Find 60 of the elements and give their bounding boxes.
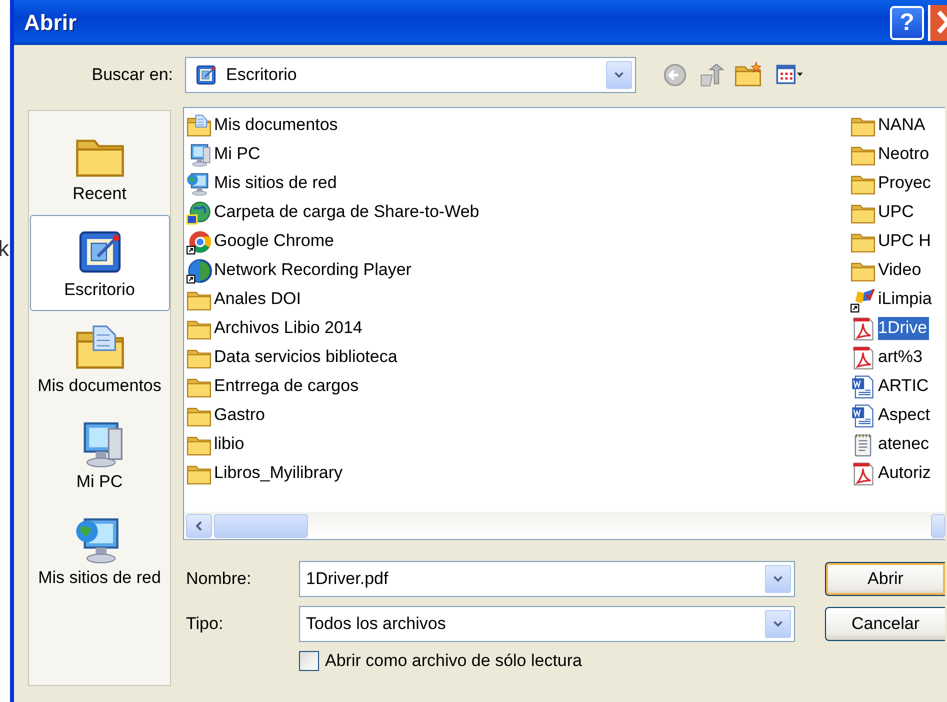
file-item[interactable]: ARTIC [878, 375, 931, 398]
file-item[interactable]: Aspect [878, 404, 932, 427]
window-title: Abrir [24, 10, 78, 36]
file-item[interactable]: Autoriz [878, 462, 933, 485]
player-shortcut-icon [186, 258, 212, 284]
new-folder-icon[interactable] [734, 61, 762, 89]
back-icon[interactable] [662, 62, 688, 88]
file-name-label: Nombre: [185, 569, 252, 589]
file-item[interactable]: Libros_Myilibrary [214, 462, 344, 485]
cancel-button[interactable]: Cancelar [825, 607, 945, 641]
file-item[interactable]: Archivos Libio 2014 [214, 317, 364, 340]
dropdown-button[interactable] [606, 61, 632, 89]
file-item[interactable]: Anales DOI [214, 288, 303, 311]
file-type-label: Tipo: [185, 614, 224, 634]
browser-shortcut-icon [186, 228, 212, 254]
file-item[interactable]: art%3 [878, 346, 924, 369]
file-type-dropdown[interactable]: Todos los archivos [299, 606, 795, 642]
file-item[interactable]: Proyec [878, 172, 933, 195]
places-item[interactable]: Mis documentos [30, 311, 170, 407]
file-item[interactable]: UPC H [878, 230, 933, 253]
word-document-icon [850, 402, 876, 428]
globe-upload-icon [186, 200, 212, 226]
places-item[interactable]: Mi PC [30, 407, 170, 503]
places-item[interactable]: Recent [30, 119, 170, 215]
file-item[interactable]: Google Chrome [214, 230, 336, 253]
look-in-dropdown[interactable]: Escritorio [185, 57, 636, 93]
file-item[interactable]: UPC [878, 201, 916, 224]
app-shortcut-icon [850, 286, 876, 312]
dropdown-button[interactable] [765, 610, 791, 638]
file-item[interactable]: Video [878, 259, 924, 282]
close-button[interactable] [928, 4, 947, 40]
scroll-thumb[interactable] [214, 514, 308, 538]
look-in-label: Buscar en: [90, 65, 173, 85]
scroll-left-button[interactable] [186, 514, 212, 538]
desktop-icon [194, 63, 218, 87]
file-item[interactable]: NANA [878, 114, 928, 137]
file-item[interactable]: Gastro [214, 404, 268, 427]
file-item[interactable]: 1Drive [878, 317, 930, 340]
read-only-checkbox[interactable] [299, 651, 319, 671]
up-folder-icon[interactable] [698, 62, 724, 88]
file-name-dropdown[interactable]: 1Driver.pdf [299, 561, 795, 597]
file-item[interactable]: atenec [878, 433, 932, 456]
word-document-icon [850, 374, 876, 400]
documents-folder-icon [186, 112, 212, 138]
file-item[interactable]: Mi PC [214, 143, 262, 166]
file-item[interactable]: Network Recording Player [214, 259, 414, 282]
file-item[interactable]: Mis documentos [214, 114, 340, 137]
open-button[interactable]: Abrir [825, 562, 945, 596]
places-item[interactable]: Mis sitios de red [30, 503, 170, 599]
file-item[interactable]: Entrrega de cargos [214, 375, 361, 398]
read-only-label: Abrir como archivo de sólo lectura [325, 651, 582, 671]
file-item[interactable]: Data servicios biblioteca [214, 346, 400, 369]
file-item[interactable]: Neotro [878, 143, 932, 166]
file-item[interactable]: libio [214, 433, 246, 456]
file-item[interactable]: Carpeta de carga de Share-to-Web [214, 201, 482, 224]
places-item[interactable]: Escritorio [30, 215, 170, 311]
file-item[interactable]: iLimpia [878, 288, 934, 311]
file-item[interactable]: Mis sitios de red [214, 172, 339, 195]
help-button[interactable]: ? [890, 6, 924, 40]
dropdown-button[interactable] [765, 565, 791, 593]
